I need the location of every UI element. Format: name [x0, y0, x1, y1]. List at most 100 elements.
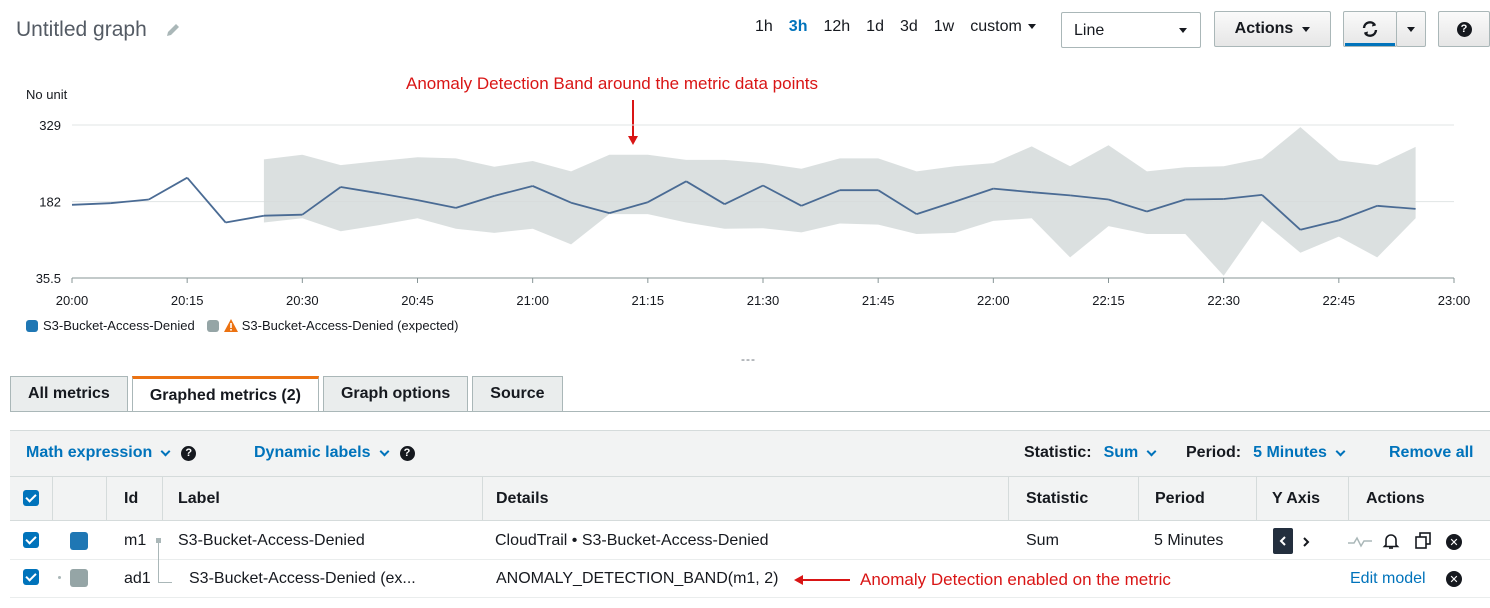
edit-model-link[interactable]: Edit model: [1350, 570, 1426, 588]
tree-node: [156, 538, 161, 543]
column-header-id[interactable]: Id: [124, 490, 138, 508]
series-segment[interactable]: [148, 176, 188, 201]
column-separator: [482, 477, 483, 521]
help-icon[interactable]: ?: [181, 445, 197, 461]
row-label[interactable]: S3-Bucket-Access-Denied: [178, 532, 365, 550]
x-tick-label: 22:30: [1207, 293, 1240, 308]
row-checkbox[interactable]: [23, 569, 39, 585]
y-tick-label: 182: [39, 195, 61, 210]
column-header-actions: Actions: [1366, 490, 1425, 507]
y-axis-left-button[interactable]: [1273, 528, 1293, 554]
series-segment[interactable]: [263, 213, 303, 217]
series-segment[interactable]: [225, 214, 265, 224]
select-all-checkbox[interactable]: [23, 490, 39, 506]
legend-label: S3-Bucket-Access-Denied (expected): [241, 318, 459, 333]
column-separator: [1348, 477, 1349, 521]
statistic-select[interactable]: Statistic: Sum: [1024, 444, 1157, 462]
series-color-swatch[interactable]: [70, 532, 88, 550]
series-segment[interactable]: [71, 202, 111, 206]
column-header-y-axis[interactable]: Y Axis: [1272, 490, 1320, 508]
series-color-swatch[interactable]: [70, 569, 88, 587]
y-tick-label: 35.5: [36, 271, 61, 286]
metrics-table-header: Id Label Details Statistic Period Y Axis…: [10, 477, 1490, 521]
chevron-down-icon: [160, 446, 171, 456]
annotation-arrow: [794, 575, 850, 585]
x-tick-label: 20:45: [401, 293, 434, 308]
row-id[interactable]: m1: [124, 532, 146, 550]
dynamic-labels-label: Dynamic labels: [254, 444, 371, 461]
chevron-left-icon: [1279, 536, 1286, 546]
column-separator: [1256, 477, 1257, 521]
tab-source[interactable]: Source: [472, 376, 563, 411]
x-tick-label: 20:30: [286, 293, 319, 308]
x-tick-label: 21:45: [862, 293, 895, 308]
math-expression-menu[interactable]: Math expression ?: [26, 444, 197, 462]
series-segment[interactable]: [1185, 198, 1224, 201]
tab-divider: [10, 411, 1490, 412]
annotation-arrow-head: [628, 136, 638, 145]
column-separator: [1008, 477, 1009, 521]
chevron-down-icon: [1335, 446, 1346, 456]
row-statistic[interactable]: Sum: [1026, 532, 1059, 550]
legend-item-main[interactable]: S3-Bucket-Access-Denied: [26, 318, 195, 333]
legend-label: S3-Bucket-Access-Denied: [43, 318, 195, 333]
row-period[interactable]: 5 Minutes: [1154, 532, 1223, 550]
row-label[interactable]: S3-Bucket-Access-Denied (ex...: [189, 570, 416, 588]
tab-all-metrics[interactable]: All metrics: [10, 376, 128, 411]
column-separator: [1138, 477, 1139, 521]
period-select[interactable]: Period: 5 Minutes: [1186, 444, 1346, 462]
column-header-statistic[interactable]: Statistic: [1026, 490, 1088, 508]
metric-chart[interactable]: 329 182 35.5 20:00 20:15 20:30 20:45 21:00 21:15…: [0, 0, 1490, 330]
x-tick-label: 21:00: [516, 293, 549, 308]
metrics-toolbar: Math expression ? Dynamic labels ? Stati…: [10, 430, 1490, 477]
x-tick-label: 21:15: [632, 293, 665, 308]
help-icon[interactable]: ?: [399, 445, 415, 461]
x-tick-label: 21:30: [747, 293, 780, 308]
x-tick-label: 20:15: [171, 293, 204, 308]
legend-item-expected[interactable]: S3-Bucket-Access-Denied (expected): [206, 318, 459, 333]
row-details[interactable]: ANOMALY_DETECTION_BAND(m1, 2): [496, 570, 778, 588]
statistic-label: Statistic:: [1024, 444, 1092, 461]
tree-connector: [158, 582, 172, 583]
annotation-anomaly-enabled: Anomaly Detection enabled on the metric: [860, 570, 1171, 589]
table-row[interactable]: m1 S3-Bucket-Access-Denied CloudTrail • …: [10, 522, 1490, 560]
series-segment[interactable]: [186, 177, 227, 224]
row-checkbox[interactable]: [23, 532, 39, 548]
remove-all-label: Remove all: [1389, 444, 1474, 461]
period-label: Period:: [1186, 444, 1242, 461]
sparkline-icon[interactable]: [1348, 534, 1372, 553]
y-axis-right-button[interactable]: [1302, 534, 1310, 552]
column-separator: [52, 477, 53, 521]
remove-all-link[interactable]: Remove all: [1389, 444, 1473, 462]
row-details: CloudTrail • S3-Bucket-Access-Denied: [495, 532, 769, 550]
tab-graph-options[interactable]: Graph options: [322, 376, 469, 411]
x-tick-label: 22:15: [1092, 293, 1125, 308]
math-expression-label: Math expression: [26, 444, 153, 461]
details-namespace: CloudTrail: [495, 532, 568, 549]
column-header-details[interactable]: Details: [496, 490, 548, 508]
alarm-bell-icon[interactable]: [1382, 532, 1400, 555]
duplicate-icon[interactable]: [1414, 531, 1433, 555]
column-separator: [162, 477, 163, 521]
anomaly-band[interactable]: [263, 127, 1416, 276]
row-id[interactable]: ad1: [124, 570, 151, 588]
table-row[interactable]: ad1 S3-Bucket-Access-Denied (ex... ANOMA…: [10, 560, 1490, 598]
remove-metric-icon[interactable]: ✕: [1446, 571, 1462, 587]
y-tick-label: 329: [39, 118, 61, 133]
tab-graphed-metrics[interactable]: Graphed metrics (2): [131, 376, 319, 412]
resize-divider[interactable]: ---: [741, 352, 756, 366]
details-metric: S3-Bucket-Access-Denied: [581, 532, 769, 549]
metrics-tabs: All metrics Graphed metrics (2) Graph op…: [10, 376, 563, 412]
legend-swatch: [26, 319, 38, 332]
column-header-period[interactable]: Period: [1155, 490, 1205, 508]
dynamic-labels-menu[interactable]: Dynamic labels ?: [254, 444, 415, 462]
legend-swatch: [206, 319, 219, 332]
statistic-value: Sum: [1103, 444, 1139, 461]
chevron-right-icon: [1303, 537, 1310, 547]
column-header-label[interactable]: Label: [178, 490, 220, 508]
x-tick-label: 22:45: [1323, 293, 1356, 308]
x-tick-label: 22:00: [977, 293, 1010, 308]
remove-metric-icon[interactable]: ✕: [1446, 534, 1462, 550]
period-value: 5 Minutes: [1253, 444, 1327, 461]
tree-connector: [158, 542, 159, 582]
